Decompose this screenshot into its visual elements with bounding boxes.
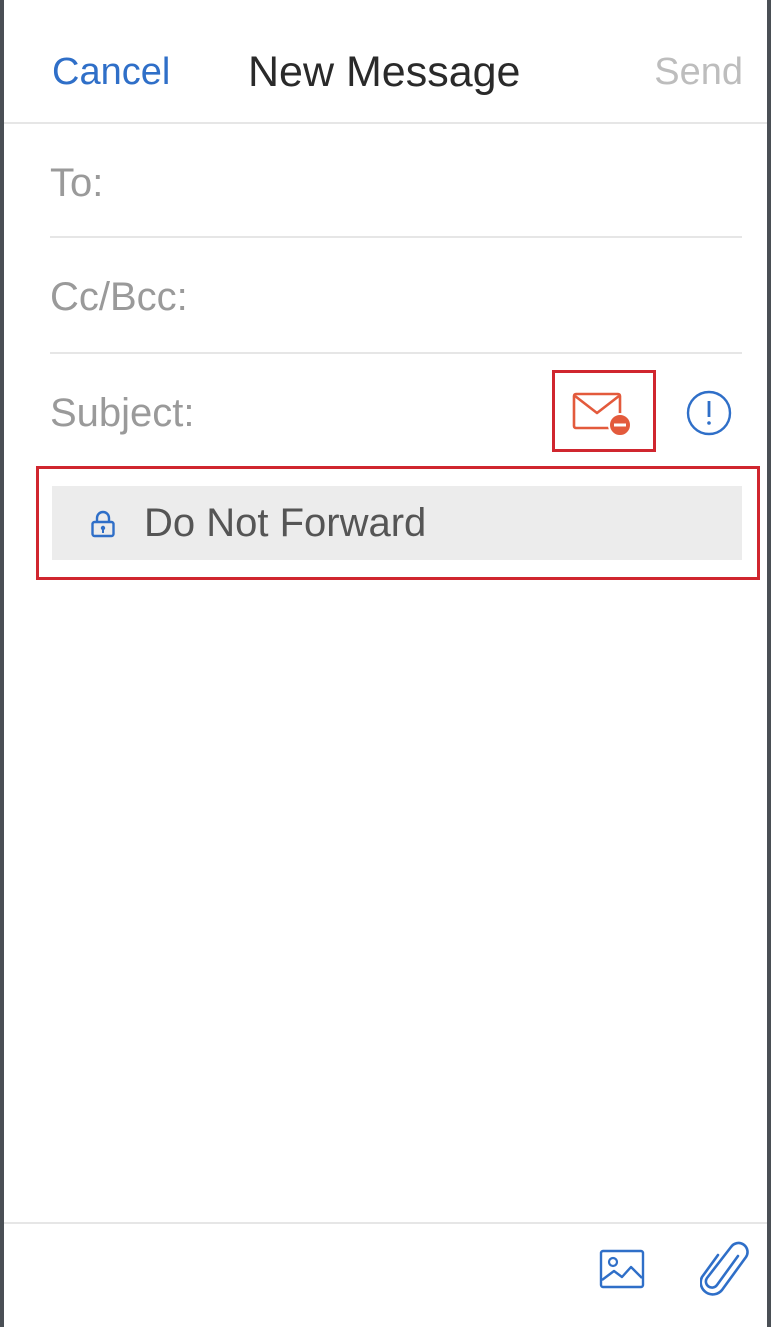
exclamation-circle-icon[interactable]: [684, 388, 734, 438]
highlight-box: [36, 466, 760, 580]
divider: [50, 236, 742, 238]
highlight-box: [552, 370, 656, 452]
paperclip-icon[interactable]: [700, 1240, 750, 1300]
send-button[interactable]: Send: [654, 48, 743, 96]
image-icon[interactable]: [598, 1248, 646, 1290]
divider: [50, 352, 742, 354]
message-body[interactable]: [4, 590, 767, 1220]
to-field[interactable]: To:: [50, 158, 103, 208]
cancel-button[interactable]: Cancel: [52, 48, 170, 96]
cc-bcc-field[interactable]: Cc/Bcc:: [50, 272, 188, 322]
page-title: New Message: [248, 48, 521, 96]
compose-screen: Cancel New Message Send To: Cc/Bcc: Subj…: [0, 0, 771, 1327]
subject-field[interactable]: Subject:: [50, 388, 195, 438]
navigation-bar: Cancel New Message Send: [4, 0, 767, 124]
divider: [4, 1222, 767, 1224]
